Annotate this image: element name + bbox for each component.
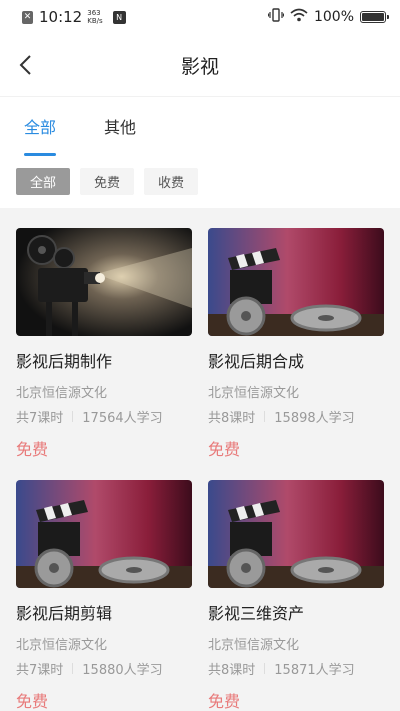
course-org: 北京恒信源文化	[208, 386, 300, 401]
battery-percent: 100%	[313, 9, 354, 25]
projector-image	[16, 228, 192, 336]
lesson-count: 共7课时	[16, 663, 64, 678]
course-card[interactable]: 影视三维资产 北京恒信源文化 共8课时 15871人学习 免费	[208, 480, 384, 711]
battery-icon	[360, 11, 389, 23]
course-meta: 共7课时 15880人学习	[16, 659, 192, 678]
course-list: 影视后期制作 北京恒信源文化 共7课时 17564人学习 免费 影视后期合成 北…	[0, 208, 400, 711]
learner-count: 15871人学习	[274, 663, 355, 678]
learner-count: 15880人学习	[82, 663, 163, 678]
course-thumbnail	[208, 228, 384, 336]
course-card[interactable]: 影视后期合成 北京恒信源文化 共8课时 15898人学习 免费	[208, 228, 384, 460]
course-title: 影视后期剪辑	[16, 604, 113, 623]
learner-count: 15898人学习	[274, 411, 355, 426]
meta-divider	[72, 663, 74, 674]
course-price: 免费	[16, 440, 49, 459]
vibrate-icon	[267, 8, 285, 26]
clapperboard-image	[208, 480, 384, 588]
course-title: 影视后期制作	[16, 352, 113, 371]
course-meta: 共7课时 17564人学习	[16, 407, 192, 426]
course-thumbnail	[208, 480, 384, 588]
course-price: 免费	[16, 692, 49, 711]
course-meta: 共8课时 15898人学习	[208, 407, 384, 426]
clapperboard-image	[16, 480, 192, 588]
course-org: 北京恒信源文化	[208, 638, 300, 653]
back-button[interactable]	[10, 50, 40, 80]
header: 影视	[0, 34, 400, 96]
status-time: 10:12	[39, 8, 83, 26]
course-org: 北京恒信源文化	[16, 638, 108, 653]
lesson-count: 共8课时	[208, 411, 256, 426]
course-price: 免费	[208, 692, 241, 711]
course-price: 免费	[208, 440, 241, 459]
course-card[interactable]: 影视后期剪辑 北京恒信源文化 共7课时 15880人学习 免费	[16, 480, 192, 711]
meta-divider	[264, 663, 266, 674]
course-title: 影视后期合成	[208, 352, 305, 371]
filter-paid-chip[interactable]: 收费	[144, 168, 199, 195]
tab-other[interactable]: 其他	[104, 114, 136, 156]
meta-divider	[72, 411, 74, 422]
status-bar: ✕ 10:12 363 KB/s N 100%	[0, 0, 400, 34]
course-meta: 共8课时 15871人学习	[208, 659, 384, 678]
meta-divider	[264, 411, 266, 422]
lesson-count: 共8课时	[208, 663, 256, 678]
price-filters: 全部 免费 收费	[0, 156, 400, 208]
course-title: 影视三维资产	[208, 604, 305, 623]
app-badge-icon: N	[112, 10, 126, 24]
page-title: 影视	[180, 55, 219, 78]
network-speed: 363 KB/s	[87, 9, 103, 25]
course-org: 北京恒信源文化	[16, 386, 108, 401]
filter-free-chip[interactable]: 免费	[80, 168, 135, 195]
tab-all[interactable]: 全部	[24, 114, 57, 156]
lesson-count: 共7课时	[16, 411, 64, 426]
chevron-left-icon	[19, 55, 31, 75]
notification-icon: ✕	[22, 10, 33, 24]
course-card[interactable]: 影视后期制作 北京恒信源文化 共7课时 17564人学习 免费	[16, 228, 192, 460]
course-thumbnail	[16, 480, 192, 588]
filter-all-chip[interactable]: 全部	[16, 168, 71, 195]
category-tabs: 全部 其他	[0, 96, 400, 156]
learner-count: 17564人学习	[82, 411, 163, 426]
clapperboard-image	[208, 228, 384, 336]
course-thumbnail	[16, 228, 192, 336]
wifi-icon	[290, 8, 308, 26]
